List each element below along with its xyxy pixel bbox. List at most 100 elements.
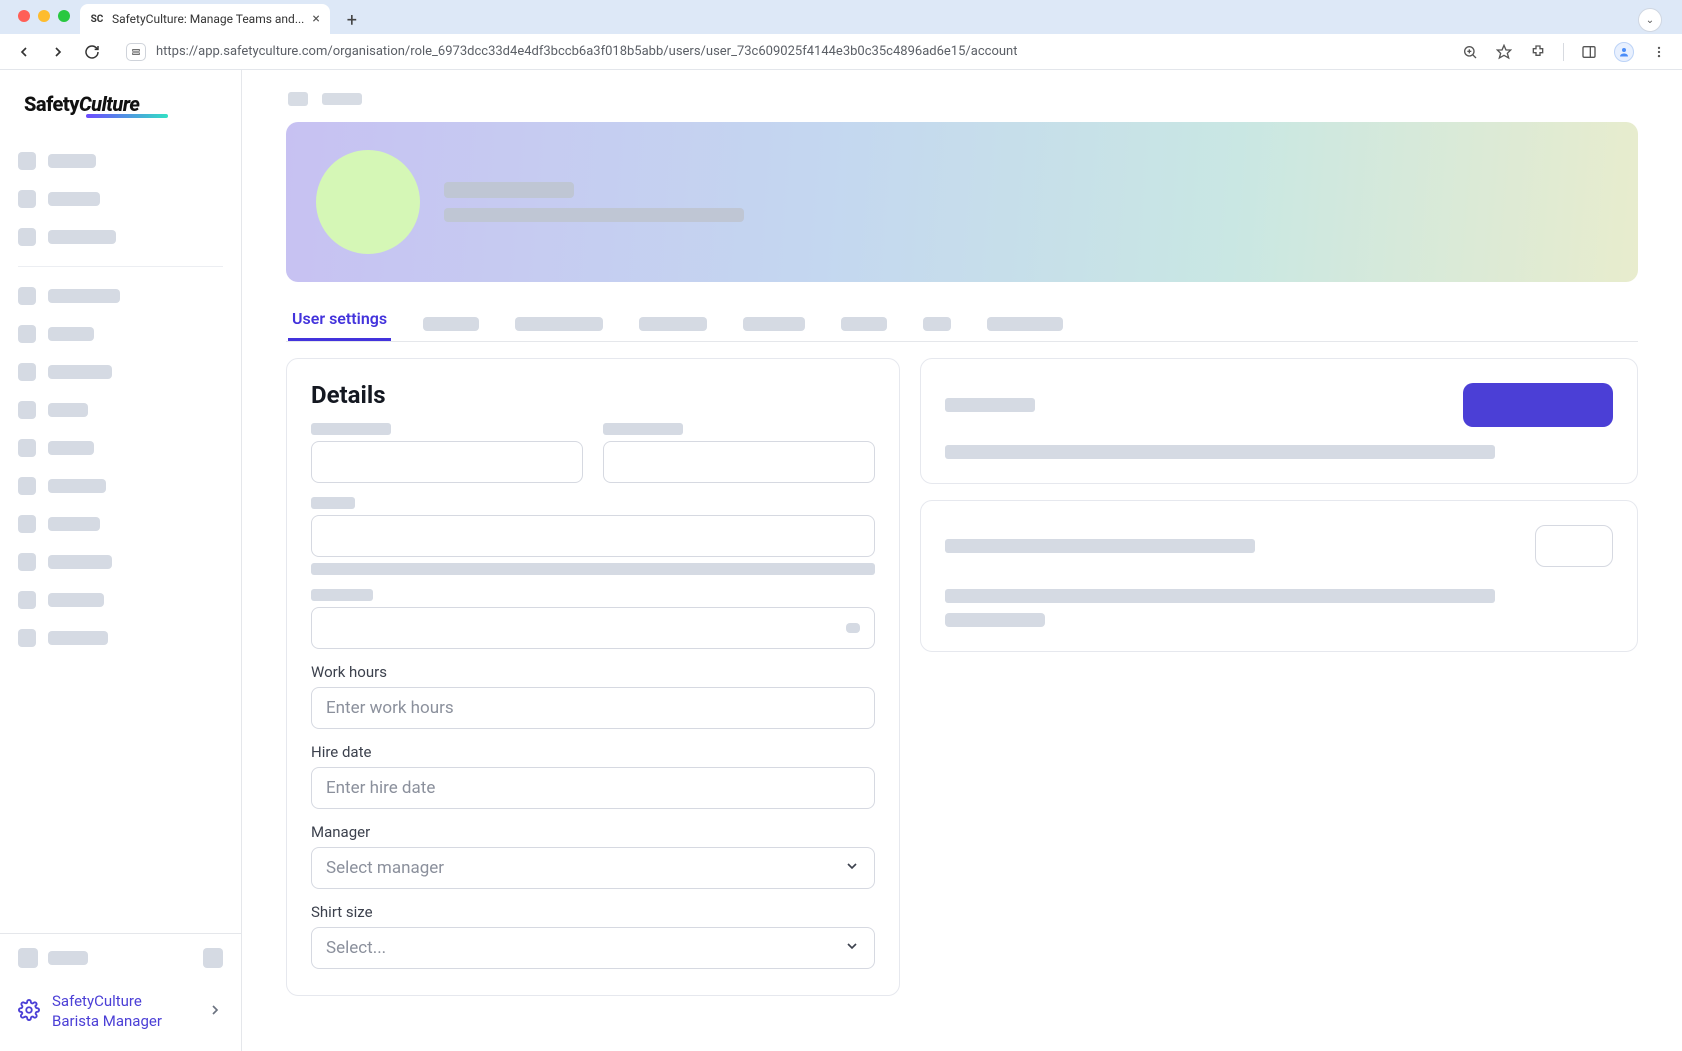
org-name-line2: Barista Manager [52, 1012, 162, 1032]
primary-action-button[interactable] [1463, 383, 1613, 427]
logo-text-a: Safety [24, 92, 79, 116]
chrome-divider [1563, 43, 1564, 61]
sidebar-footer-skeleton [0, 934, 241, 982]
side-panel-1 [920, 358, 1638, 484]
tab-skeleton[interactable] [635, 307, 711, 341]
sidebar-footer: SafetyCulture Barista Manager [0, 933, 241, 1051]
side-panel-text-skeleton [945, 445, 1495, 459]
extensions-icon[interactable] [1529, 43, 1547, 61]
user-name-skeleton [444, 182, 574, 198]
field-label-skeleton [311, 589, 373, 601]
close-window-button[interactable] [18, 10, 30, 22]
text-input-skeleton[interactable] [311, 515, 875, 557]
favicon: SC [90, 12, 104, 26]
secondary-action-button[interactable] [1535, 525, 1613, 567]
side-panel-text-skeleton [945, 613, 1045, 627]
browser-chrome: SC SafetyCulture: Manage Teams and... × … [0, 0, 1682, 70]
chevron-down-icon [844, 938, 860, 959]
work-hours-input[interactable]: Enter work hours [311, 687, 875, 729]
close-tab-icon[interactable]: × [312, 11, 319, 27]
manager-placeholder: Select manager [326, 858, 444, 878]
text-input-skeleton[interactable] [603, 441, 875, 483]
tab-title: SafetyCulture: Manage Teams and... [112, 12, 304, 26]
logo-text-b: Culture [79, 92, 139, 116]
manager-select[interactable]: Select manager [311, 847, 875, 889]
field-label-skeleton [311, 497, 355, 509]
sidebar-item-skeleton[interactable] [18, 218, 223, 256]
sidebar-item-skeleton[interactable] [18, 142, 223, 180]
reload-button[interactable] [82, 42, 102, 62]
sidebar-item-skeleton[interactable] [18, 619, 223, 657]
tab-skeleton[interactable] [837, 307, 891, 341]
field-helper-skeleton [311, 563, 875, 575]
hire-date-placeholder: Enter hire date [326, 778, 435, 798]
sidebar-item-skeleton[interactable] [18, 353, 223, 391]
hire-date-label: Hire date [311, 743, 875, 761]
url-text: https://app.safetyculture.com/organisati… [156, 44, 1017, 59]
new-tab-button[interactable]: + [338, 6, 366, 34]
window-controls [18, 10, 70, 22]
sidebar-item-skeleton[interactable] [18, 277, 223, 315]
tabs-dropdown[interactable]: ⌄ [1638, 8, 1662, 32]
sidebar-item-skeleton[interactable] [18, 180, 223, 218]
work-hours-label: Work hours [311, 663, 875, 681]
tab-skeleton[interactable] [511, 307, 607, 341]
tab-user-settings[interactable]: User settings [288, 299, 391, 341]
chevron-right-icon [207, 1002, 223, 1022]
back-button[interactable] [14, 42, 34, 62]
tab-skeleton[interactable] [739, 307, 809, 341]
details-panel: Details [286, 358, 900, 996]
sidepanel-icon[interactable] [1580, 43, 1598, 61]
logo[interactable]: SafetyCulture [0, 70, 241, 130]
avatar [316, 150, 420, 254]
sidebar-footer-icon-skeleton [203, 948, 223, 968]
chevron-down-icon [844, 858, 860, 879]
side-panel-title-skeleton [945, 398, 1035, 412]
sidebar-item-skeleton[interactable] [18, 391, 223, 429]
breadcrumb-skeleton [288, 92, 1638, 106]
sidebar-item-skeleton[interactable] [18, 467, 223, 505]
kebab-menu-icon[interactable] [1650, 43, 1668, 61]
field-label-skeleton [311, 423, 391, 435]
sidebar-item-skeleton[interactable] [18, 505, 223, 543]
chevron-skeleton [846, 623, 860, 633]
field-label-skeleton [603, 423, 683, 435]
sidebar-nav [0, 130, 241, 669]
user-meta-skeleton [444, 208, 744, 222]
manager-label: Manager [311, 823, 875, 841]
sidebar-item-skeleton[interactable] [18, 581, 223, 619]
maximize-window-button[interactable] [58, 10, 70, 22]
shirt-size-placeholder: Select... [326, 938, 386, 958]
forward-button[interactable] [48, 42, 68, 62]
minimize-window-button[interactable] [38, 10, 50, 22]
site-info-icon[interactable] [126, 43, 146, 61]
shirt-size-select[interactable]: Select... [311, 927, 875, 969]
org-name-line1: SafetyCulture [52, 992, 162, 1012]
sidebar-item-skeleton[interactable] [18, 543, 223, 581]
profile-avatar[interactable] [1614, 42, 1634, 62]
sidebar-item-skeleton[interactable] [18, 315, 223, 353]
side-panel-2 [920, 500, 1638, 652]
panel-heading: Details [311, 381, 875, 409]
sidebar-item-skeleton[interactable] [18, 429, 223, 467]
tab-skeleton[interactable] [983, 307, 1067, 341]
gear-icon [18, 999, 40, 1025]
browser-tab[interactable]: SC SafetyCulture: Manage Teams and... × [80, 4, 330, 34]
text-input-skeleton[interactable] [311, 441, 583, 483]
tabs: User settings [286, 298, 1638, 342]
hire-date-input[interactable]: Enter hire date [311, 767, 875, 809]
zoom-icon[interactable] [1461, 43, 1479, 61]
side-panel-title-skeleton [945, 539, 1255, 553]
tab-skeleton[interactable] [919, 307, 955, 341]
bookmark-star-icon[interactable] [1495, 43, 1513, 61]
user-hero-banner [286, 122, 1638, 282]
work-hours-placeholder: Enter work hours [326, 698, 454, 718]
org-switcher[interactable]: SafetyCulture Barista Manager [0, 982, 241, 1051]
address-bar[interactable]: https://app.safetyculture.com/organisati… [116, 38, 1447, 66]
main-content: User settings Details [242, 70, 1682, 1051]
select-input-skeleton[interactable] [311, 607, 875, 649]
side-panel-text-skeleton [945, 589, 1495, 603]
shirt-size-label: Shirt size [311, 903, 875, 921]
tab-skeleton[interactable] [419, 307, 483, 341]
sidebar: SafetyCulture [0, 70, 242, 1051]
